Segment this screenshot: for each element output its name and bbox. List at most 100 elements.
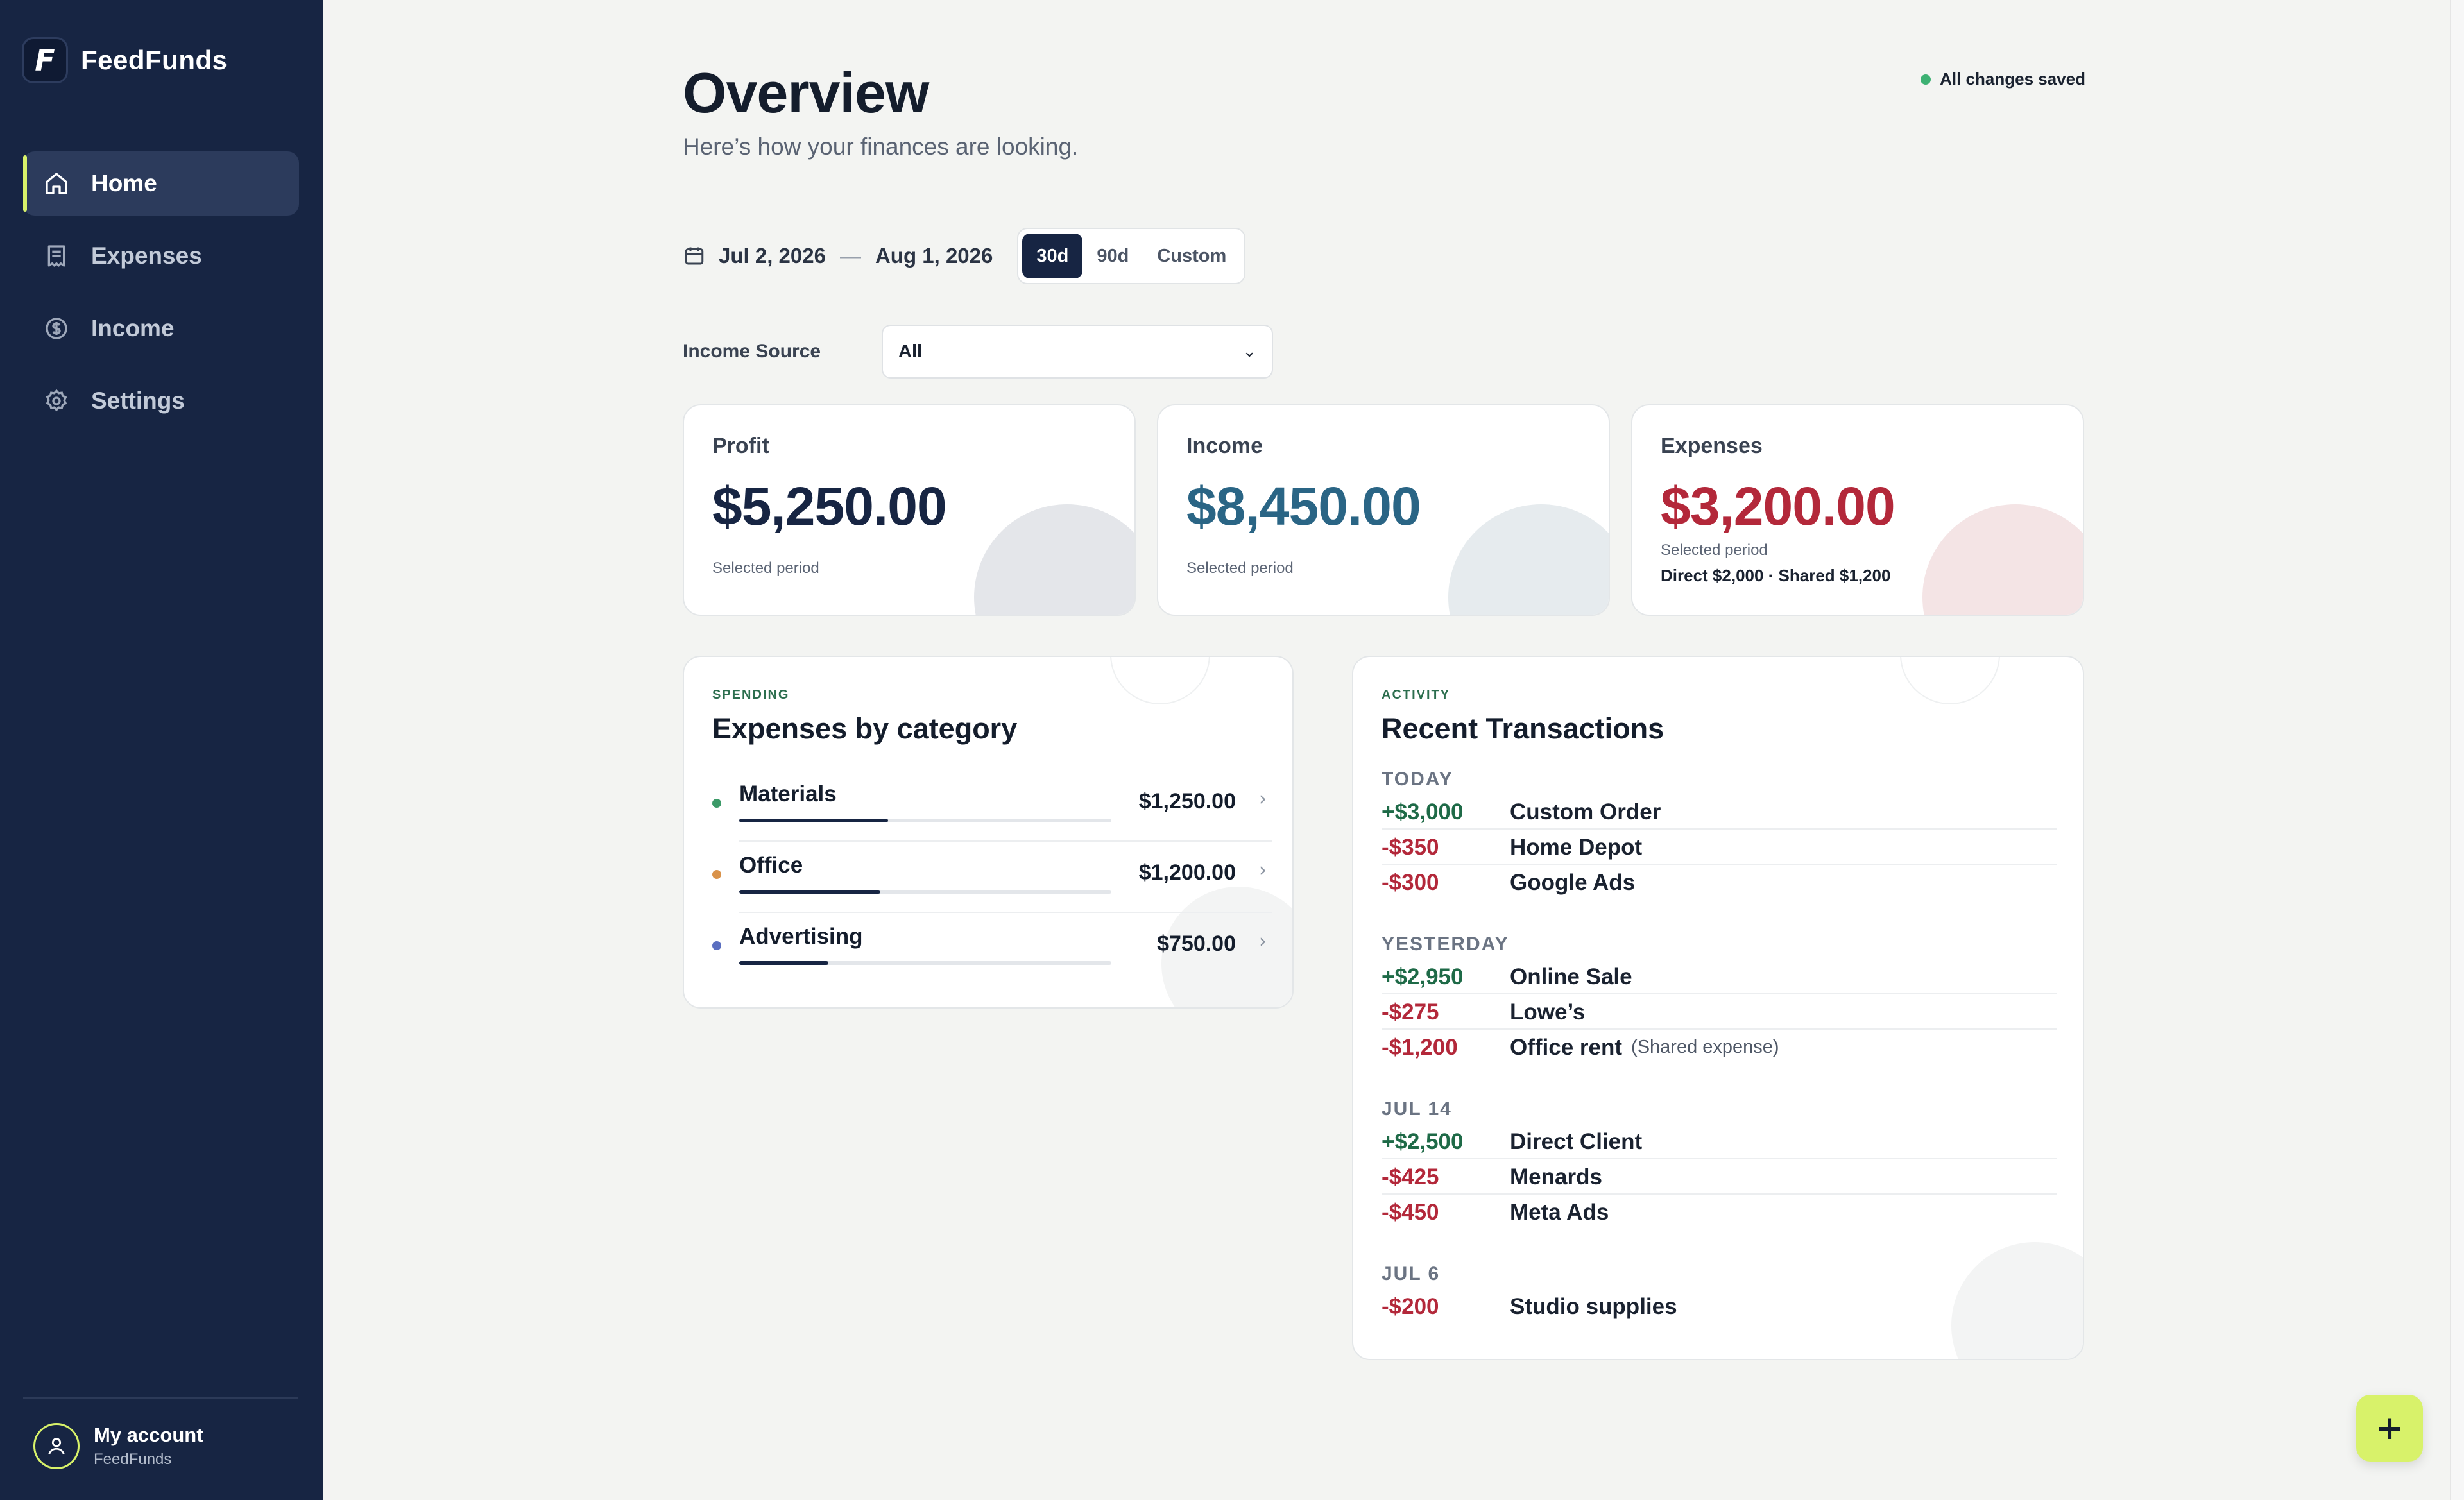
tx-name: Google Ads (1510, 869, 1636, 895)
transaction-row[interactable]: -$425 Menards (1382, 1159, 2057, 1195)
date-range-bar: Jul 2, 2026 — Aug 1, 2026 30d 90d Custom (683, 228, 1246, 284)
category-bar-fill (739, 890, 881, 894)
account-name: My account (94, 1424, 203, 1446)
category-name: Advertising (739, 924, 863, 949)
row-divider (739, 840, 1272, 842)
activity-panel: ACTIVITY Recent Transactions TODAY +$3,0… (1352, 656, 2084, 1360)
brand-name: FeedFunds (81, 45, 228, 75)
calendar-icon[interactable] (683, 244, 706, 268)
tx-amount: +$2,500 (1382, 1129, 1464, 1154)
category-amount: $750.00 (1157, 932, 1236, 956)
tx-name: Online Sale (1510, 964, 1632, 989)
category-row-office[interactable]: Office $1,200.00 › (712, 842, 1272, 913)
sidebar-item-home[interactable]: Home (23, 151, 299, 216)
chevron-down-icon: ⌄ (1242, 342, 1256, 361)
category-name: Office (739, 853, 803, 878)
chevron-right-icon: › (1259, 859, 1267, 882)
tx-amount: -$425 (1382, 1164, 1439, 1189)
sidebar: F FeedFunds Home Expenses Income Setting… (0, 0, 323, 1500)
spending-title: Expenses by category (712, 712, 1018, 745)
activity-title: Recent Transactions (1382, 712, 1664, 745)
transaction-row[interactable]: -$1,200 Office rent (Shared expense) (1382, 1030, 2057, 1065)
range-30d-button[interactable]: 30d (1022, 234, 1083, 278)
tx-group-today: TODAY +$3,000 Custom Order -$350 Home De… (1382, 769, 2057, 900)
profit-card[interactable]: Profit $5,250.00 Selected period (683, 404, 1136, 616)
transaction-row[interactable]: -$275 Lowe’s (1382, 994, 2057, 1030)
profit-title: Profit (712, 434, 769, 458)
sidebar-item-label: Settings (91, 388, 185, 414)
range-90d-button[interactable]: 90d (1082, 234, 1143, 278)
expenses-card[interactable]: Expenses $3,200.00 Selected period Direc… (1631, 404, 2084, 616)
plus-icon: + (2375, 1409, 2404, 1447)
category-row-advertising[interactable]: Advertising $750.00 › (712, 914, 1272, 984)
sidebar-item-settings[interactable]: Settings (23, 369, 299, 433)
range-preset-group: 30d 90d Custom (1017, 228, 1246, 284)
income-card[interactable]: Income $8,450.00 Selected period (1157, 404, 1610, 616)
chevron-right-icon: › (1259, 788, 1267, 810)
sidebar-item-income[interactable]: Income (23, 296, 299, 361)
category-name: Materials (739, 781, 837, 806)
tx-amount: +$2,950 (1382, 964, 1464, 989)
category-row-materials[interactable]: Materials $1,250.00 › (712, 771, 1272, 842)
date-separator: — (839, 244, 861, 268)
category-amount: $1,200.00 (1138, 860, 1236, 885)
category-bar (739, 961, 1111, 965)
income-source-value: All (898, 341, 923, 362)
tx-amount: -$450 (1382, 1199, 1439, 1225)
range-custom-button[interactable]: Custom (1143, 234, 1240, 278)
tx-day-label: JUL 6 (1382, 1263, 1441, 1284)
transaction-row[interactable]: -$300 Google Ads (1382, 865, 2057, 900)
spending-panel: SPENDING Expenses by category Materials … (683, 656, 1294, 1009)
income-source-select[interactable]: All ⌄ (882, 325, 1273, 379)
tx-amount: +$3,000 (1382, 799, 1464, 824)
panel-decoration (1110, 657, 1210, 704)
tx-name: Office rent (1510, 1034, 1623, 1060)
dollar-circle-icon (42, 314, 71, 343)
tx-day-label: YESTERDAY (1382, 933, 1509, 955)
tx-name: Home Depot (1510, 834, 1643, 860)
account-org: FeedFunds (94, 1451, 172, 1468)
transaction-row[interactable]: -$350 Home Depot (1382, 830, 2057, 865)
tx-amount: -$300 (1382, 869, 1439, 895)
page-subtitle: Here’s how your finances are looking. (683, 133, 1079, 160)
transaction-row[interactable]: +$3,000 Custom Order (1382, 794, 2057, 830)
sidebar-item-label: Expenses (91, 243, 202, 269)
tx-day-label: JUL 14 (1382, 1098, 1452, 1120)
brand[interactable]: F FeedFunds (22, 37, 228, 83)
income-source-label: Income Source (683, 341, 821, 362)
account-menu[interactable]: My account FeedFunds (33, 1423, 203, 1469)
tx-name: Direct Client (1510, 1129, 1643, 1154)
tx-name: Studio supplies (1510, 1293, 1677, 1319)
tx-name: Lowe’s (1510, 999, 1586, 1025)
spending-eyebrow: SPENDING (712, 688, 790, 702)
category-bar-fill (739, 961, 829, 965)
transaction-row[interactable]: +$2,950 Online Sale (1382, 959, 2057, 994)
page-title: Overview (683, 61, 929, 124)
add-transaction-button[interactable]: + (2356, 1395, 2423, 1462)
sidebar-item-label: Home (91, 170, 157, 196)
row-divider (739, 912, 1272, 913)
tx-group-jul-14: JUL 14 +$2,500 Direct Client -$425 Menar… (1382, 1098, 2057, 1230)
date-start[interactable]: Jul 2, 2026 (719, 244, 826, 268)
panel-decoration (1900, 657, 2000, 704)
tx-group-jul-6: JUL 6 -$200 Studio supplies (1382, 1263, 2057, 1324)
transaction-row[interactable]: -$450 Meta Ads (1382, 1195, 2057, 1230)
transaction-row[interactable]: -$200 Studio supplies (1382, 1289, 2057, 1324)
save-status-text: All changes saved (1940, 69, 2085, 89)
category-bar-fill (739, 819, 888, 822)
tx-day-label: TODAY (1382, 769, 1453, 790)
status-dot-icon (1921, 74, 1931, 85)
category-dot (712, 941, 721, 950)
home-icon (42, 169, 71, 198)
date-end[interactable]: Aug 1, 2026 (875, 244, 993, 268)
transaction-row[interactable]: +$2,500 Direct Client (1382, 1124, 2057, 1159)
expenses-title: Expenses (1661, 434, 1763, 458)
tx-amount: -$275 (1382, 999, 1439, 1025)
sidebar-item-expenses[interactable]: Expenses (23, 224, 299, 288)
user-icon (33, 1423, 80, 1469)
page-scrollbar[interactable] (2450, 0, 2464, 1500)
sidebar-divider (23, 1397, 298, 1399)
chevron-right-icon: › (1259, 930, 1267, 953)
category-dot (712, 799, 721, 808)
tx-group-yesterday: YESTERDAY +$2,950 Online Sale -$275 Lowe… (1382, 933, 2057, 1065)
